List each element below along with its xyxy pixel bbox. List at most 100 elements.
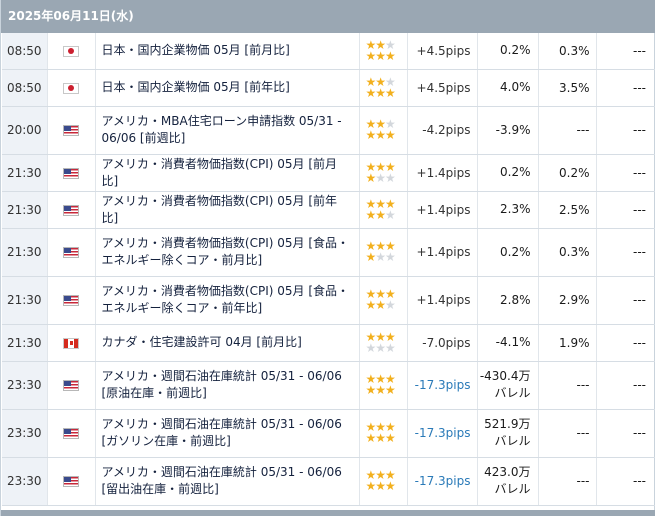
star-filled-icon: ★ bbox=[385, 431, 396, 445]
star-filled-icon: ★ bbox=[375, 298, 386, 312]
star-row: ★★★ bbox=[365, 128, 407, 142]
event-name[interactable]: 日本・国内企業物価 05月 [前年比] bbox=[95, 69, 360, 107]
table-row[interactable]: 21:30 アメリカ・消費者物価指数(CPI) 05月 [前年比] ★★★ ★★★ +1… bbox=[2, 191, 655, 229]
table-row[interactable]: 08:50 日本・国内企業物価 05月 [前年比] ★★★ ★★★ +4.5pips 4.… bbox=[2, 69, 655, 107]
jp-flag-icon bbox=[63, 82, 79, 94]
event-time: 08:50 bbox=[2, 33, 48, 70]
actual-value: -4.1% bbox=[477, 324, 539, 362]
calendar-rows: 08:50 日本・国内企業物価 05月 [前月比] ★★★ ★★★ +4.5pips 0.… bbox=[2, 33, 655, 506]
event-time: 21:30 bbox=[2, 191, 48, 229]
pips-change: +4.5pips bbox=[407, 69, 478, 107]
event-name[interactable]: カナダ・住宅建設許可 04月 [前月比] bbox=[95, 324, 360, 362]
pips-change: -17.3pips bbox=[407, 409, 478, 458]
country-cell bbox=[47, 69, 96, 107]
forecast-value: 0.2% bbox=[538, 154, 597, 192]
importance-stars: ★★★ ★★★ bbox=[359, 457, 408, 506]
previous-value: --- bbox=[596, 106, 655, 155]
star-filled-icon: ★ bbox=[365, 383, 377, 397]
country-cell bbox=[47, 154, 96, 192]
star-empty-icon: ★ bbox=[385, 207, 396, 222]
star-filled-icon: ★ bbox=[375, 85, 386, 100]
actual-value: 4.0% bbox=[477, 69, 539, 107]
star-filled-icon: ★ bbox=[365, 128, 377, 142]
importance-stars: ★★★ ★★★ bbox=[359, 276, 408, 325]
economic-calendar-table: 08:50 日本・国内企業物価 05月 [前月比] ★★★ ★★★ +4.5pips 0.… bbox=[2, 33, 655, 506]
previous-value: --- bbox=[596, 361, 655, 410]
importance-stars: ★★★ ★★★ bbox=[359, 361, 408, 410]
forecast-value: 1.9% bbox=[538, 324, 597, 362]
event-name[interactable]: 日本・国内企業物価 05月 [前月比] bbox=[95, 33, 360, 70]
event-name[interactable]: アメリカ・消費者物価指数(CPI) 05月 [食品・エネルギー除くコア・前年比] bbox=[95, 276, 360, 325]
us-flag-icon bbox=[63, 476, 79, 487]
actual-value: 0.2% bbox=[477, 33, 539, 70]
event-name[interactable]: アメリカ・週間石油在庫統計 05/31 - 06/06 [原油在庫・前週比] bbox=[95, 361, 360, 410]
event-time: 23:30 bbox=[2, 457, 48, 506]
star-row: ★★★ bbox=[365, 298, 407, 312]
event-time: 08:50 bbox=[2, 69, 48, 107]
star-filled-icon: ★ bbox=[365, 431, 377, 445]
table-row[interactable]: 23:30 アメリカ・週間石油在庫統計 05/31 - 06/06 [留出油在庫・… bbox=[2, 457, 655, 506]
star-filled-icon: ★ bbox=[365, 85, 377, 100]
previous-value: --- bbox=[596, 69, 655, 107]
event-time: 23:30 bbox=[2, 409, 48, 458]
country-cell bbox=[47, 191, 96, 229]
importance-stars: ★★★ ★★★ bbox=[359, 154, 408, 192]
table-row[interactable]: 21:30 カナダ・住宅建設許可 04月 [前月比] ★★★ ★★★ -7.0pips -… bbox=[2, 324, 655, 362]
previous-value: --- bbox=[596, 276, 655, 325]
ca-flag-icon bbox=[63, 337, 79, 349]
table-row[interactable]: 21:30 アメリカ・消費者物価指数(CPI) 05月 [食品・エネルギー除くコア… bbox=[2, 228, 655, 277]
country-cell bbox=[47, 361, 96, 410]
event-name[interactable]: アメリカ・週間石油在庫統計 05/31 - 06/06 [留出油在庫・前週比] bbox=[95, 457, 360, 506]
event-name[interactable]: アメリカ・消費者物価指数(CPI) 05月 [前月比] bbox=[95, 154, 360, 192]
star-row: ★★★ bbox=[365, 431, 407, 445]
actual-value: -430.4万バレル bbox=[477, 361, 539, 410]
table-row[interactable]: 21:30 アメリカ・消費者物価指数(CPI) 05月 [前月比] ★★★ ★★★ +1… bbox=[2, 154, 655, 192]
star-empty-icon: ★ bbox=[375, 340, 386, 355]
star-filled-icon: ★ bbox=[365, 479, 377, 493]
table-row[interactable]: 08:50 日本・国内企業物価 05月 [前月比] ★★★ ★★★ +4.5pips 0.… bbox=[2, 33, 655, 70]
forecast-value: --- bbox=[538, 409, 597, 458]
table-row[interactable]: 20:00 アメリカ・MBA住宅ローン申請指数 05/31 - 06/06 [前週… bbox=[2, 106, 655, 155]
pips-change: -7.0pips bbox=[407, 324, 478, 362]
star-filled-icon: ★ bbox=[365, 207, 377, 222]
table-row[interactable]: 23:30 アメリカ・週間石油在庫統計 05/31 - 06/06 [原油在庫・前… bbox=[2, 361, 655, 410]
pips-change: +1.4pips bbox=[407, 276, 478, 325]
star-empty-icon: ★ bbox=[385, 340, 396, 355]
pips-change: +1.4pips bbox=[407, 154, 478, 192]
star-row: ★★★ bbox=[365, 85, 407, 100]
star-filled-icon: ★ bbox=[385, 85, 396, 100]
star-filled-icon: ★ bbox=[385, 383, 396, 397]
star-row: ★★★ bbox=[365, 207, 407, 222]
star-empty-icon: ★ bbox=[365, 340, 377, 355]
country-cell bbox=[47, 276, 96, 325]
forecast-value: 2.5% bbox=[538, 191, 597, 229]
event-time: 21:30 bbox=[2, 228, 48, 277]
star-filled-icon: ★ bbox=[365, 170, 377, 185]
pips-change: -17.3pips bbox=[407, 457, 478, 506]
pips-change: -4.2pips bbox=[407, 106, 478, 155]
event-name[interactable]: アメリカ・週間石油在庫統計 05/31 - 06/06 [ガソリン在庫・前週比] bbox=[95, 409, 360, 458]
actual-value: 0.2% bbox=[477, 228, 539, 277]
previous-value: --- bbox=[596, 324, 655, 362]
event-name[interactable]: アメリカ・MBA住宅ローン申請指数 05/31 - 06/06 [前週比] bbox=[95, 106, 360, 155]
us-flag-icon bbox=[63, 167, 79, 179]
table-row[interactable]: 21:30 アメリカ・消費者物価指数(CPI) 05月 [食品・エネルギー除くコア… bbox=[2, 276, 655, 325]
importance-stars: ★★★ ★★★ bbox=[359, 106, 408, 155]
star-filled-icon: ★ bbox=[375, 431, 386, 445]
event-time: 21:30 bbox=[2, 324, 48, 362]
previous-value: --- bbox=[596, 191, 655, 229]
table-row[interactable]: 23:30 アメリカ・週間石油在庫統計 05/31 - 06/06 [ガソリン在庫… bbox=[2, 409, 655, 458]
star-empty-icon: ★ bbox=[375, 250, 386, 264]
star-filled-icon: ★ bbox=[375, 207, 386, 222]
star-filled-icon: ★ bbox=[375, 48, 386, 63]
star-row: ★★★ bbox=[365, 170, 407, 185]
star-row: ★★★ bbox=[365, 340, 407, 355]
us-flag-icon bbox=[63, 295, 79, 306]
forecast-value: 0.3% bbox=[538, 33, 597, 70]
event-name[interactable]: アメリカ・消費者物価指数(CPI) 05月 [食品・エネルギー除くコア・前月比] bbox=[95, 228, 360, 277]
star-filled-icon: ★ bbox=[365, 298, 377, 312]
event-name[interactable]: アメリカ・消費者物価指数(CPI) 05月 [前年比] bbox=[95, 191, 360, 229]
previous-value: --- bbox=[596, 409, 655, 458]
country-cell bbox=[47, 33, 96, 70]
star-row: ★★★ bbox=[366, 250, 407, 264]
